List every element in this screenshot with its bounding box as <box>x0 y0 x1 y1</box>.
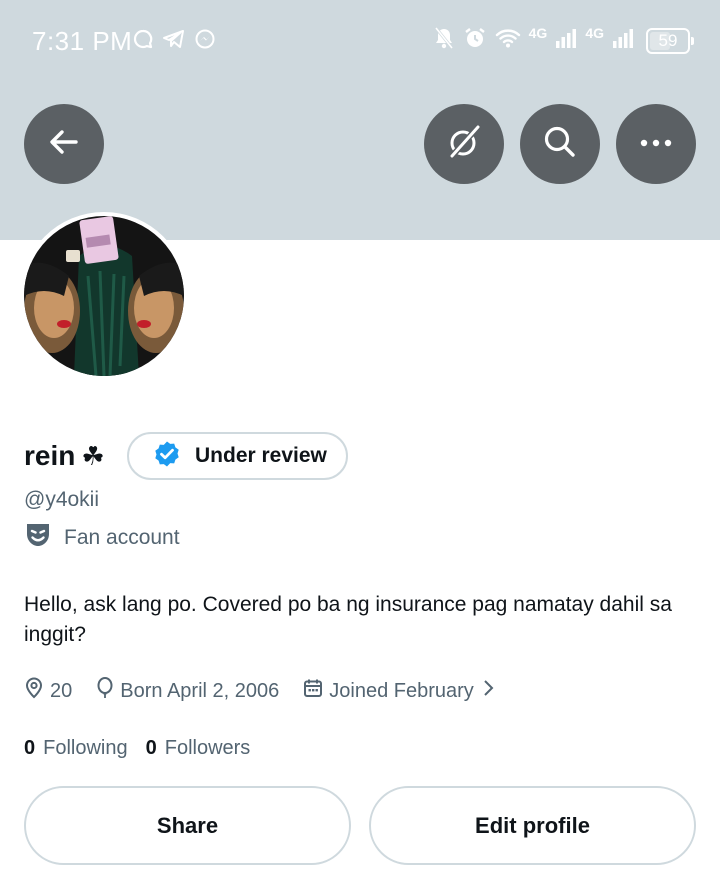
location-item: 20 <box>24 677 72 705</box>
battery-icon: 59 <box>646 27 694 54</box>
birthday-item: Born April 2, 2006 <box>96 677 279 705</box>
status-bar: 7:31 PM 4G 4G 59 <box>0 0 720 80</box>
status-time: 7:31 PM <box>32 26 133 56</box>
grok-button[interactable] <box>424 104 504 184</box>
verification-status-label: Under review <box>195 444 327 467</box>
more-options-button[interactable] <box>616 104 696 184</box>
verified-badge-icon <box>153 440 181 473</box>
chevron-right-icon <box>482 679 494 703</box>
avatar-image <box>24 216 184 376</box>
chat-bubble-icon <box>132 28 154 55</box>
edit-profile-button[interactable]: Edit profile <box>369 786 696 865</box>
balloon-icon <box>96 677 114 705</box>
display-name: rein <box>24 440 76 471</box>
battery-percent: 59 <box>658 30 678 50</box>
followers-label: Followers <box>164 736 251 759</box>
arrow-left-icon <box>47 125 81 164</box>
more-horizontal-icon <box>639 135 673 153</box>
profile-meta: 20 Born April 2, 2006 Joined February <box>24 677 494 705</box>
network-type-2: 4G <box>585 24 604 41</box>
followers-count: 0 <box>145 736 157 759</box>
calendar-icon <box>303 678 323 704</box>
mask-icon <box>24 522 52 553</box>
signal-1-icon <box>555 27 577 54</box>
grok-slash-icon <box>445 123 483 166</box>
joined-item[interactable]: Joined February <box>303 678 494 704</box>
search-icon <box>542 124 578 165</box>
signal-2-icon <box>612 27 634 54</box>
wifi-icon <box>495 27 521 54</box>
back-button[interactable] <box>24 104 104 184</box>
bell-muted-icon <box>433 26 455 55</box>
messenger-icon <box>194 28 216 55</box>
profile-category: Fan account <box>24 522 180 553</box>
location-pin-icon <box>24 677 44 705</box>
followers-link[interactable]: 0 Followers <box>146 737 251 760</box>
verification-status-pill[interactable]: Under review <box>127 432 348 480</box>
following-label: Following <box>43 736 128 759</box>
following-count: 0 <box>24 736 36 759</box>
birthday-text: Born April 2, 2006 <box>120 679 280 702</box>
search-button[interactable] <box>520 104 600 184</box>
alarm-icon <box>463 26 487 55</box>
following-link[interactable]: 0 Following <box>24 737 128 760</box>
profile-bio: Hello, ask lang po. Covered po ba ng ins… <box>24 593 672 646</box>
name-row: rein ☘ Under review <box>24 432 348 480</box>
share-button[interactable]: Share <box>24 786 351 865</box>
status-notification-icons <box>132 28 216 55</box>
status-system-icons: 4G 4G 59 <box>433 24 694 55</box>
network-type-1: 4G <box>528 24 548 41</box>
username-handle: @y4okii <box>24 488 100 511</box>
follow-stats: 0 Following 0 Followers <box>24 735 250 761</box>
telegram-icon <box>162 28 186 55</box>
avatar[interactable] <box>20 212 188 380</box>
shamrock-emoji: ☘ <box>81 440 105 471</box>
joined-text: Joined February <box>329 679 474 702</box>
category-label: Fan account <box>64 525 180 549</box>
location-text: 20 <box>50 679 73 702</box>
